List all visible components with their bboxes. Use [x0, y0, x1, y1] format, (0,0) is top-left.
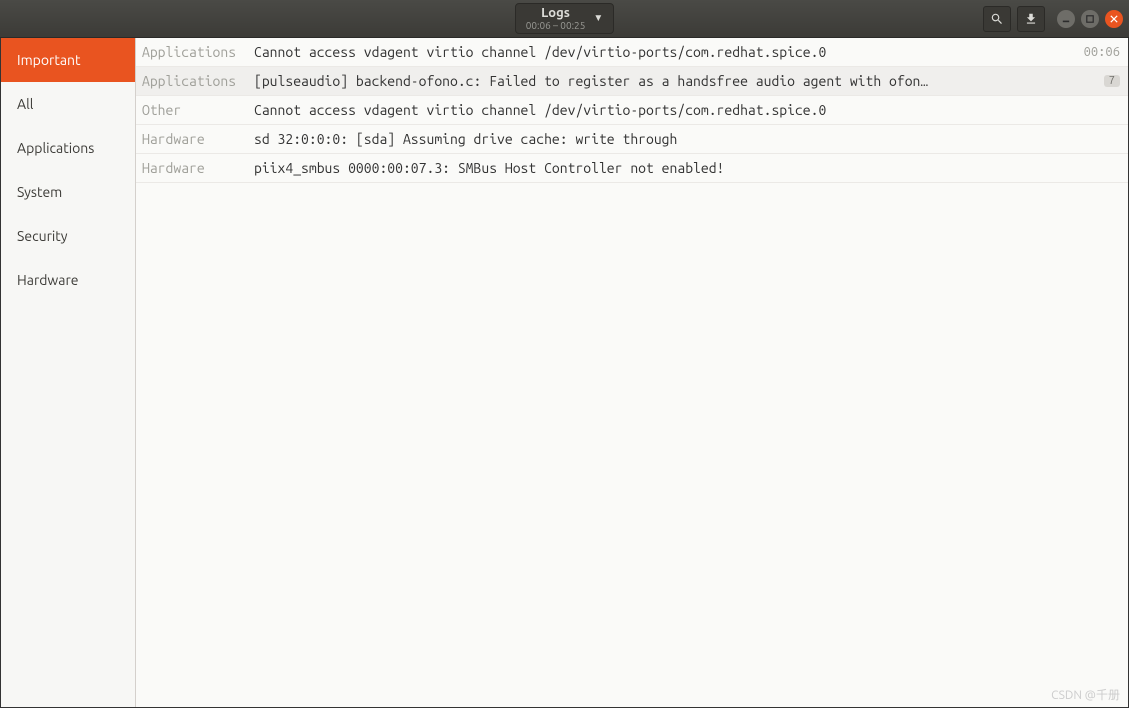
sidebar-item-important[interactable]: Important: [1, 38, 135, 82]
titlebar: Logs 00:06 – 00:25 ▼: [0, 0, 1129, 38]
sidebar-item-label: Hardware: [17, 272, 79, 288]
sidebar-item-system[interactable]: System: [1, 170, 135, 214]
sidebar-item-security[interactable]: Security: [1, 214, 135, 258]
sidebar-item-applications[interactable]: Applications: [1, 126, 135, 170]
log-category: Applications: [142, 73, 254, 89]
log-category: Hardware: [142, 160, 254, 176]
log-category: Hardware: [142, 131, 254, 147]
log-message: piix4_smbus 0000:00:07.3: SMBus Host Con…: [254, 160, 1120, 176]
close-button[interactable]: [1105, 10, 1123, 28]
minimize-icon: [1062, 15, 1070, 23]
log-row[interactable]: ApplicationsCannot access vdagent virtio…: [136, 38, 1128, 67]
log-message: [pulseaudio] backend-ofono.c: Failed to …: [254, 73, 1096, 89]
maximize-button[interactable]: [1081, 10, 1099, 28]
title-dropdown[interactable]: Logs 00:06 – 00:25 ▼: [515, 3, 615, 34]
window-title: Logs: [541, 6, 570, 20]
log-row[interactable]: OtherCannot access vdagent virtio channe…: [136, 96, 1128, 125]
log-row[interactable]: Applications[pulseaudio] backend-ofono.c…: [136, 67, 1128, 96]
log-time: 00:06: [1084, 45, 1120, 59]
chevron-down-icon: ▼: [593, 12, 603, 24]
watermark: CSDN @千册: [1051, 686, 1120, 703]
log-row[interactable]: Hardwaresd 32:0:0:0: [sda] Assuming driv…: [136, 125, 1128, 154]
search-icon: [990, 12, 1004, 26]
sidebar-item-all[interactable]: All: [1, 82, 135, 126]
sidebar-item-hardware[interactable]: Hardware: [1, 258, 135, 302]
log-category: Applications: [142, 44, 254, 60]
window-subtitle: 00:06 – 00:25: [526, 20, 586, 31]
sidebar-item-label: Security: [17, 228, 68, 244]
search-button[interactable]: [983, 6, 1011, 32]
sidebar-item-label: Important: [17, 52, 81, 68]
log-message: sd 32:0:0:0: [sda] Assuming drive cache:…: [254, 131, 1120, 147]
log-count-badge: 7: [1104, 75, 1120, 87]
app-body: Important All Applications System Security Ha…: [0, 38, 1129, 708]
download-icon: [1024, 12, 1038, 26]
log-panel: ApplicationsCannot access vdagent virtio…: [136, 38, 1128, 707]
sidebar: Important All Applications System Security Ha…: [1, 38, 136, 707]
sidebar-item-label: Applications: [17, 140, 94, 156]
close-icon: [1110, 15, 1118, 23]
log-category: Other: [142, 102, 254, 118]
log-message: Cannot access vdagent virtio channel /de…: [254, 102, 1120, 118]
sidebar-item-label: System: [17, 184, 62, 200]
sidebar-item-label: All: [17, 96, 33, 112]
export-button[interactable]: [1017, 6, 1045, 32]
log-message: Cannot access vdagent virtio channel /de…: [254, 44, 1076, 60]
log-row[interactable]: Hardwarepiix4_smbus 0000:00:07.3: SMBus …: [136, 154, 1128, 183]
maximize-icon: [1086, 15, 1094, 23]
minimize-button[interactable]: [1057, 10, 1075, 28]
